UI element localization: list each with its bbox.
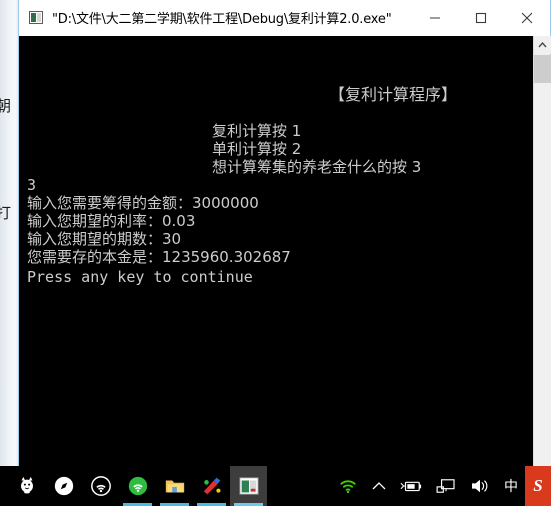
program-title: 【复利计算程序】: [329, 85, 458, 104]
taskbar: 中 S: [0, 466, 551, 506]
console-app-icon: [29, 11, 43, 24]
speaker-icon: [472, 479, 488, 493]
taskbar-item-console-window[interactable]: [230, 466, 267, 506]
paint-app-icon: [203, 477, 220, 495]
prompt-rate: 输入您期望的利率：0.03: [27, 212, 196, 230]
scroll-up-arrow-icon: [538, 42, 547, 48]
compass-browser-icon: [54, 476, 73, 496]
scrollbar-thumb[interactable]: [534, 55, 551, 83]
taskbar-apps: [0, 466, 267, 506]
console-window: "D:\文件\大二第二学期\软件工程\Debug\复利计算2.0.exe" 【复…: [18, 0, 551, 466]
menu-option-1: 复利计算按 1: [212, 122, 302, 140]
tray-show-hidden[interactable]: [365, 466, 393, 506]
taskbar-item-file-explorer[interactable]: [156, 466, 193, 506]
green-browser-icon: [128, 476, 147, 496]
tray-sogou-ime[interactable]: S: [525, 466, 551, 506]
tray-wifi[interactable]: [331, 466, 365, 506]
prompt-amount: 输入您需要筹得的金额：3000000: [27, 194, 259, 212]
minimize-button[interactable]: [412, 0, 458, 36]
minimize-icon: [430, 17, 440, 19]
network-monitor-icon: [436, 479, 455, 493]
menu-option-3: 想计算筹集的养老金什么的按 3: [212, 158, 422, 176]
tray-battery[interactable]: [393, 466, 429, 506]
console-output-area[interactable]: 【复利计算程序】 复利计算按 1 单利计算按 2 想计算筹集的养老金什么的按 3…: [19, 36, 535, 466]
console-window-icon: [238, 477, 259, 495]
screen: 朝 打 "D:\文件\大二第二学期\软件工程\Debug\复利计算2.0.exe…: [0, 0, 551, 506]
scrollbar-track[interactable]: [534, 83, 551, 466]
wifi-ring-icon: [90, 476, 111, 496]
taskbar-item-cat-mascot[interactable]: [8, 466, 45, 506]
battery-icon: [400, 481, 422, 492]
system-tray: 中 S: [331, 466, 551, 506]
result-line: 您需要存的本金是：1235960.302687: [27, 248, 291, 266]
menu-option-2: 单利计算按 2: [212, 140, 302, 158]
taskbar-item-compass-browser[interactable]: [45, 466, 82, 506]
press-any-key-line: Press any key to continue: [27, 268, 253, 286]
background-text-1: 朝: [0, 97, 12, 115]
wifi-signal-icon: [340, 480, 356, 494]
echoed-choice: 3: [27, 176, 37, 194]
sogou-ime-label: S: [533, 476, 543, 495]
scroll-up-button[interactable]: [534, 36, 551, 54]
close-button[interactable]: [504, 0, 550, 36]
tray-ime-mode[interactable]: 中: [497, 466, 525, 506]
chevron-up-icon: [372, 482, 386, 490]
prompt-period: 输入您期望的期数：30: [27, 230, 182, 248]
tray-network[interactable]: [429, 466, 463, 506]
file-explorer-icon: [165, 480, 184, 493]
title-bar[interactable]: "D:\文件\大二第二学期\软件工程\Debug\复利计算2.0.exe": [19, 0, 550, 36]
cat-mascot-icon: [20, 476, 33, 494]
vertical-scrollbar[interactable]: [533, 36, 551, 466]
maximize-icon: [475, 12, 487, 24]
close-icon: [521, 12, 533, 24]
window-title: "D:\文件\大二第二学期\软件工程\Debug\复利计算2.0.exe": [52, 12, 392, 27]
tray-volume[interactable]: [463, 466, 497, 506]
taskbar-item-green-browser[interactable]: [119, 466, 156, 506]
maximize-button[interactable]: [458, 0, 504, 36]
background-text-2: 打: [0, 204, 12, 222]
ime-mode-label: 中: [504, 479, 518, 495]
window-controls: [412, 0, 550, 36]
taskbar-item-paint-app[interactable]: [193, 466, 230, 506]
taskbar-item-wifi-ring[interactable]: [82, 466, 119, 506]
